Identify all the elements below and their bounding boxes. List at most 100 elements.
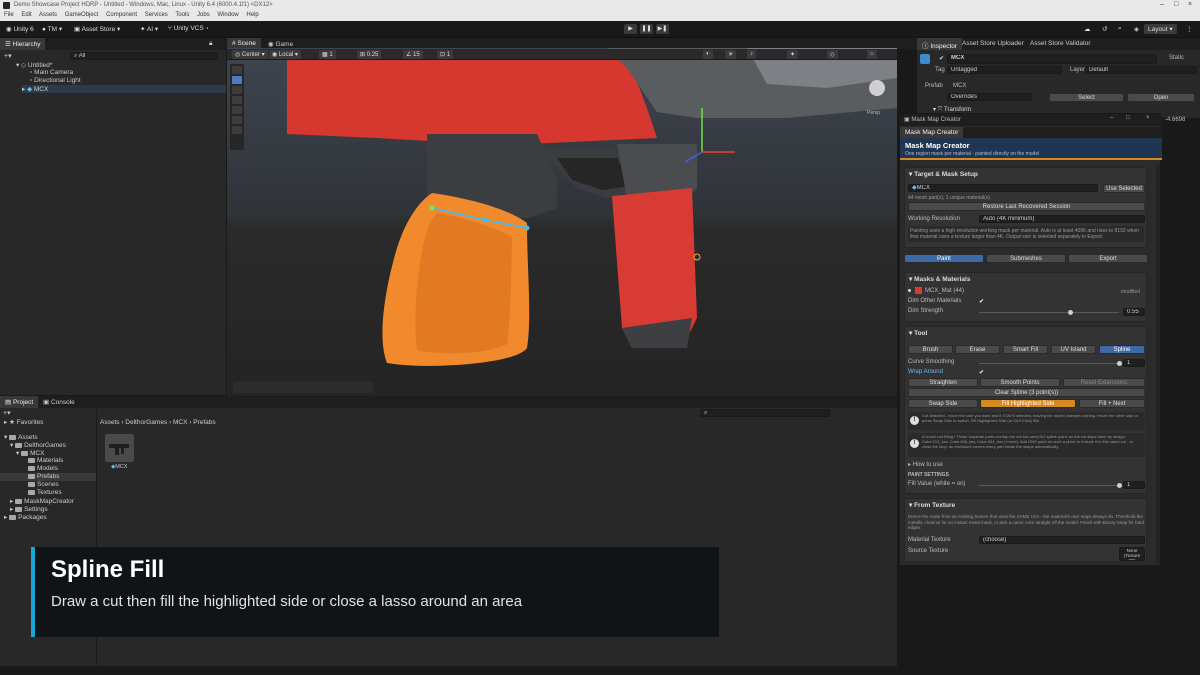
menu-help[interactable]: Help <box>246 12 258 18</box>
pause-button[interactable]: ❚❚ <box>640 24 653 34</box>
dim-checkbox[interactable]: ✔ <box>979 298 984 305</box>
breadcrumb-item[interactable]: DelthorGames <box>125 419 167 426</box>
mmc-close-button[interactable]: × <box>1146 115 1150 121</box>
ai-dropdown[interactable]: ✦ AI ▾ <box>140 25 158 33</box>
material-texture-dropdown[interactable]: (choose) <box>979 536 1145 544</box>
resolution-dropdown[interactable]: Auto (4K minimum) <box>979 215 1145 223</box>
tab-asset-store-validator[interactable]: Asset Store Validator <box>1025 38 1096 50</box>
smoothing-field[interactable]: 1 <box>1123 359 1145 367</box>
fill-next-button[interactable]: Fill + Next <box>1079 399 1145 408</box>
menu-gameobject[interactable]: GameObject <box>65 12 99 18</box>
minimize-button[interactable]: – <box>1160 1 1164 8</box>
strength-slider-knob[interactable] <box>1068 310 1073 315</box>
strength-field[interactable]: 0.55 <box>1123 308 1145 316</box>
close-button[interactable]: × <box>1188 1 1192 8</box>
tm-dropdown[interactable]: ● TM ▾ <box>42 25 62 33</box>
angle-toggle[interactable]: ∠ 15 <box>403 50 423 59</box>
wrap-checkbox[interactable]: ✔ <box>979 369 984 376</box>
mmc-maximize-button[interactable]: □ <box>1126 115 1130 121</box>
menu-jobs[interactable]: Jobs <box>197 12 210 18</box>
layer-dropdown[interactable]: Default <box>1085 66 1197 74</box>
search-icon[interactable]: ⌕ <box>1118 25 1122 33</box>
tab-inspector[interactable]: ⓘ Inspector <box>917 38 963 50</box>
mmc-scrollbar[interactable] <box>1156 164 1160 564</box>
snap-toggle[interactable]: ⊞ 0.25 <box>357 50 382 59</box>
spline-point[interactable] <box>482 217 488 223</box>
scale-toggle[interactable]: ⊡ 1 <box>437 50 454 59</box>
tree-item[interactable]: ▸ MaskMapCreator <box>10 497 74 505</box>
hierarchy-item-camera[interactable]: ▫ Main Camera <box>30 69 73 77</box>
material-name[interactable]: MCX_Mat (44) <box>925 288 964 294</box>
object-name-field[interactable]: MCX <box>947 54 1157 64</box>
prefab-open-button[interactable]: Open <box>1127 93 1195 102</box>
rect-tool-icon[interactable] <box>232 106 242 114</box>
scene-view[interactable]: Persp <box>227 48 897 396</box>
space-dropdown[interactable]: ◉ Local ▾ <box>269 50 301 59</box>
lighting-icon[interactable]: ☀ <box>725 50 737 59</box>
smoothing-slider[interactable] <box>979 363 1119 364</box>
transform-value[interactable]: -4.6698 <box>1165 117 1185 123</box>
transform-tool-icon[interactable] <box>232 116 242 124</box>
tool-spline-button[interactable]: Spline <box>1099 345 1145 354</box>
tool-erase-button[interactable]: Erase <box>955 345 1000 354</box>
scene-bottom-toolbar[interactable] <box>233 381 373 393</box>
fill-value-field[interactable]: 1 <box>1123 481 1145 489</box>
spline-point[interactable] <box>524 225 530 231</box>
rotate-tool-icon[interactable] <box>232 86 242 94</box>
hand-tool-icon[interactable] <box>232 66 242 74</box>
breadcrumb-item[interactable]: MCX <box>173 419 187 426</box>
tool-smart-fill-button[interactable]: Smart Fill <box>1003 345 1048 354</box>
menu-assets[interactable]: Assets <box>39 12 57 18</box>
maximize-button[interactable]: □ <box>1174 1 1178 8</box>
tree-item[interactable]: ▸ Packages <box>4 513 47 521</box>
restore-session-button[interactable]: Restore Last Recovered Session <box>908 202 1145 211</box>
step-button[interactable]: ▶❚ <box>656 24 669 34</box>
tree-item[interactable]: ▾ Assets <box>4 433 38 441</box>
tree-item[interactable]: Textures <box>28 489 62 497</box>
cloud-icon[interactable]: ☁ <box>1084 25 1091 33</box>
breadcrumb-item[interactable]: Assets <box>100 419 120 426</box>
section-header[interactable]: ▾ Tool <box>905 327 1146 338</box>
spline-point[interactable] <box>429 205 435 211</box>
material-radio[interactable] <box>908 289 911 292</box>
menu-window[interactable]: Window <box>217 12 238 18</box>
render-mode-icon[interactable]: ◐ <box>703 50 713 59</box>
straighten-button[interactable]: Straighten <box>908 378 978 387</box>
history-icon[interactable]: ↺ <box>1102 25 1107 33</box>
menu-file[interactable]: File <box>4 12 14 18</box>
gizmos-icon[interactable]: ◇ <box>827 50 838 59</box>
tool-brush-button[interactable]: Brush <box>908 345 953 354</box>
orientation-gizmo[interactable] <box>869 80 885 96</box>
section-header[interactable]: ▾ From Texture <box>905 499 1146 510</box>
mode-paint-button[interactable]: Paint <box>904 254 984 263</box>
project-search-input[interactable]: ⌕ <box>700 409 830 417</box>
tab-project[interactable]: ▤ Project <box>0 396 39 408</box>
strength-slider[interactable] <box>979 312 1119 313</box>
tag-dropdown[interactable]: Untagged <box>947 66 1062 74</box>
reset-extensions-button[interactable]: Reset Extensions <box>1063 378 1145 387</box>
smoothing-slider-knob[interactable] <box>1117 361 1122 366</box>
tree-item[interactable]: Scenes <box>28 481 59 489</box>
asset-store-dropdown[interactable]: ▣ Asset Store ▾ <box>74 25 120 33</box>
tree-item-selected[interactable]: Prefabs <box>0 473 96 481</box>
asset-thumbnail[interactable] <box>105 434 134 462</box>
hierarchy-item-mcx[interactable]: ▸ ◆ MCX <box>22 85 226 93</box>
move-tool-icon[interactable] <box>232 76 242 84</box>
tree-item[interactable]: ▾ DelthorGames <box>10 441 66 449</box>
fill-highlighted-side-button[interactable]: Fill Highlighted Side <box>980 399 1076 408</box>
tree-item[interactable]: ▾ MCX <box>16 449 45 457</box>
hierarchy-item-scene[interactable]: ▾ ◇ Untitled* <box>16 61 52 69</box>
pivot-dropdown[interactable]: ◎ Center ▾ <box>232 50 268 59</box>
menu-services[interactable]: Services <box>145 12 168 18</box>
grid-toggle[interactable]: ▦ 1 <box>319 50 336 59</box>
mode-submeshes-button[interactable]: Submeshes <box>986 254 1066 263</box>
tree-item[interactable]: Models <box>28 465 58 473</box>
prefab-select-button[interactable]: Select <box>1049 93 1124 102</box>
source-texture-slot[interactable]: None (Texture 2D) <box>1119 547 1145 561</box>
tree-item[interactable]: ▸ Settings <box>10 505 48 513</box>
camera-icon[interactable]: ⌂ <box>867 50 877 59</box>
menu-component[interactable]: Component <box>106 12 137 18</box>
active-checkbox[interactable]: ✔ <box>939 55 944 62</box>
use-selected-button[interactable]: Use Selected <box>1103 184 1145 193</box>
audio-icon[interactable]: ♪ <box>747 50 756 59</box>
